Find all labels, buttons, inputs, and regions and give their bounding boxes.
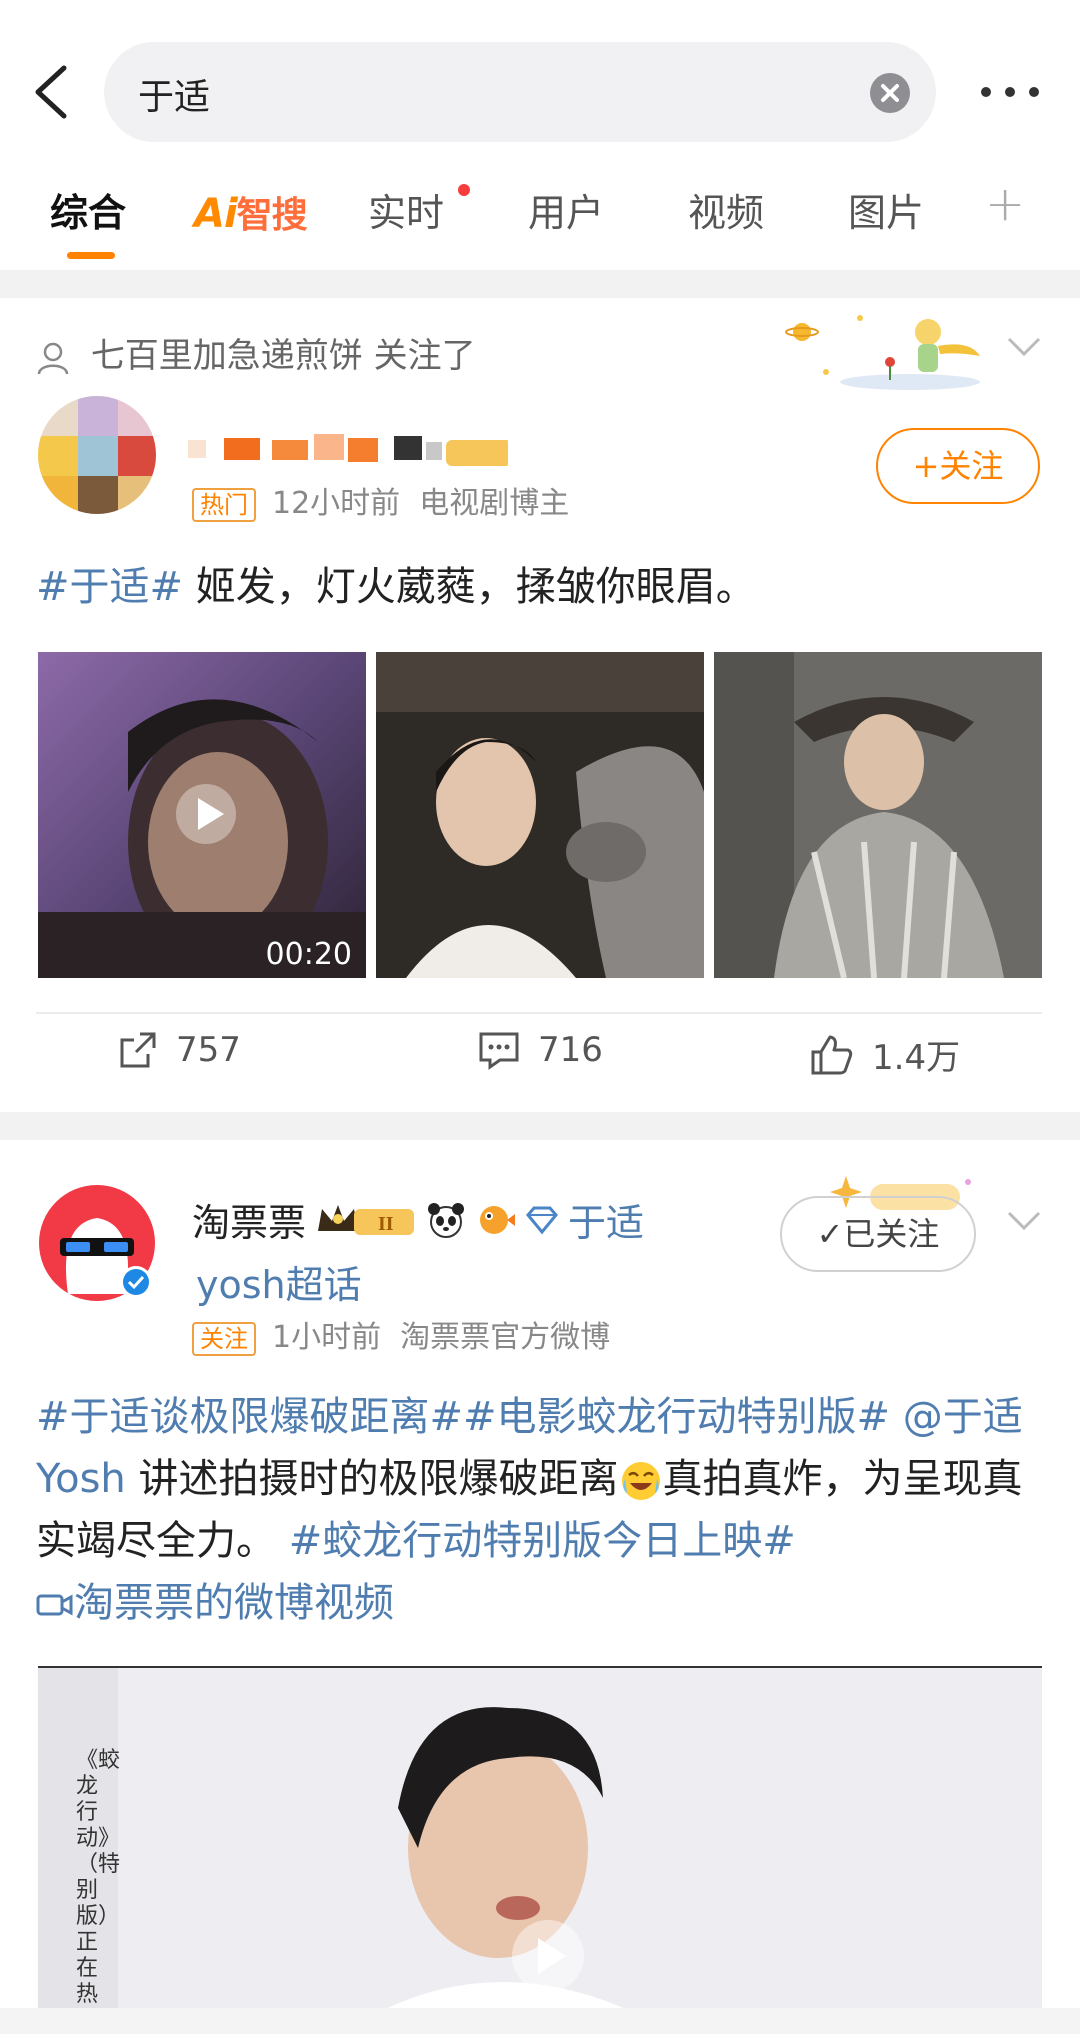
post-image[interactable] xyxy=(714,652,1042,978)
user-name[interactable]: 淘票票 xyxy=(192,1192,306,1247)
post-image[interactable] xyxy=(376,652,704,978)
play-icon[interactable] xyxy=(174,782,238,846)
crying-laughing-emoji-icon xyxy=(621,1462,660,1500)
search-tabs: 综合 Ai智搜 实时 用户 视频 图片 + xyxy=(0,172,1080,268)
crown-badge-icon: II xyxy=(318,1204,415,1235)
video-player[interactable]: 《蛟龙行动》（特别版）正在热映 xyxy=(38,1666,1042,2034)
video-link[interactable]: 淘票票的微博视频 xyxy=(36,1580,394,1626)
comment-icon xyxy=(479,1032,519,1070)
tab-ai-search[interactable]: Ai智搜 xyxy=(194,186,308,238)
post-text: 讲述拍摄时的极限爆破距离 xyxy=(125,1456,619,1502)
hashtag-link[interactable]: #于适# xyxy=(36,564,183,610)
hot-tag: 热门 xyxy=(192,487,256,522)
feed-post[interactable]: 淘票票 II 于适 yosh超话 关注 1小时前 淘票票官方微博 ✓已关注 #于… xyxy=(0,1140,1080,2034)
blurred-username[interactable] xyxy=(188,428,508,468)
chevron-down-icon[interactable] xyxy=(1006,1210,1042,1232)
following-tag: 关注 xyxy=(192,1321,256,1356)
video-thumbnail[interactable]: 00:20 xyxy=(38,652,366,978)
post-meta: 热门 12小时前 电视剧博主 xyxy=(192,478,569,522)
avatar[interactable] xyxy=(38,1184,156,1302)
chevron-down-icon[interactable] xyxy=(1006,336,1042,358)
back-arrow-icon[interactable] xyxy=(28,62,76,122)
new-content-dot xyxy=(458,184,470,196)
post-image-2 xyxy=(376,652,704,978)
active-tab-indicator xyxy=(67,252,115,259)
svg-text:II: II xyxy=(378,1213,394,1235)
avatar[interactable] xyxy=(38,396,156,514)
avatar-mosaic-image xyxy=(38,396,156,514)
repost-count: 757 xyxy=(176,1030,241,1070)
super-topic-link[interactable]: 于适 xyxy=(568,1192,644,1247)
section-divider xyxy=(0,1112,1080,1140)
followed-button[interactable]: ✓已关注 xyxy=(780,1196,976,1272)
play-icon[interactable] xyxy=(508,1916,588,1996)
panda-emoji-icon xyxy=(428,1202,465,1238)
post-source: 电视剧博主 xyxy=(419,486,570,521)
post-time: 1小时前 xyxy=(272,1320,382,1355)
divider xyxy=(36,1012,1042,1014)
taopiaopiao-logo-icon xyxy=(39,1185,155,1301)
comment-button[interactable]: 716 xyxy=(478,1030,603,1070)
post-image-3 xyxy=(714,652,1042,978)
super-topic-sub[interactable]: yosh超话 xyxy=(196,1254,362,1309)
comment-count: 716 xyxy=(538,1030,603,1070)
video-link-text: 淘票票的微博视频 xyxy=(74,1580,394,1626)
like-button[interactable]: 1.4万 xyxy=(810,1030,960,1079)
post-source: 淘票票官方微博 xyxy=(400,1320,611,1355)
hashtag-link[interactable]: #电影蛟龙行动特别版# xyxy=(463,1394,890,1440)
close-icon xyxy=(881,84,899,102)
tab-users[interactable]: 用户 xyxy=(528,182,604,237)
video-camera-icon xyxy=(36,1594,73,1616)
little-prince-decoration-icon xyxy=(785,315,980,390)
post-time: 12小时前 xyxy=(272,486,401,521)
person-icon xyxy=(37,342,69,374)
search-header: 于适 综合 Ai智搜 实时 用户 视频 图片 + xyxy=(0,0,1080,270)
bottom-toolbar-edge xyxy=(0,2008,1080,2034)
more-options-icon[interactable] xyxy=(978,80,1042,104)
thumbs-up-icon xyxy=(811,1035,853,1074)
feed-post[interactable]: 七百里加急递煎饼 关注了 热门 12小时前 电视剧博主 +关注 #于适# 姬发，… xyxy=(0,298,1080,1112)
tab-videos[interactable]: 视频 xyxy=(688,182,764,237)
repost-icon xyxy=(120,1032,156,1068)
follow-note: 七百里加急递煎饼 关注了 xyxy=(36,328,476,377)
ai-logo-text: Ai xyxy=(194,191,238,237)
post-meta: 关注 1小时前 淘票票官方微博 xyxy=(192,1312,610,1356)
follow-button[interactable]: +关注 xyxy=(876,428,1040,504)
post-text: 姬发，灯火葳蕤，揉皱你眼眉。 xyxy=(183,564,756,610)
tab-images[interactable]: 图片 xyxy=(848,182,924,237)
add-tab-button[interactable]: + xyxy=(985,176,1025,232)
search-query-text[interactable]: 于适 xyxy=(138,68,210,120)
post-content: #于适# 姬发，灯火葳蕤，揉皱你眼眉。 xyxy=(36,556,1046,618)
section-divider xyxy=(0,270,1080,298)
follow-note-text: 七百里加急递煎饼 关注了 xyxy=(90,336,476,376)
video-side-caption: 《蛟龙行动》（特别版）正在热映 xyxy=(76,1748,121,2033)
hashtag-link[interactable]: #蛟龙行动特别版今日上映# xyxy=(289,1518,796,1564)
tab-realtime[interactable]: 实时 xyxy=(368,182,444,237)
repost-button[interactable]: 757 xyxy=(118,1030,241,1070)
video-duration: 00:20 xyxy=(265,937,352,972)
clear-search-button[interactable] xyxy=(870,73,910,113)
tab-ai-search-label: 智搜 xyxy=(236,195,308,236)
post-image-grid: 00:20 xyxy=(38,652,1042,978)
tab-comprehensive[interactable]: 综合 xyxy=(50,182,126,237)
diamond-icon[interactable] xyxy=(524,1205,560,1235)
pufferfish-emoji-icon xyxy=(480,1205,516,1234)
user-name-row: 淘票票 II 于适 xyxy=(192,1192,644,1247)
like-count: 1.4万 xyxy=(872,1038,961,1078)
hashtag-link[interactable]: #于适谈极限爆破距离# xyxy=(36,1394,463,1440)
post-content: #于适谈极限爆破距离##电影蛟龙行动特别版# @于适 Yosh 讲述拍摄时的极限… xyxy=(36,1386,1046,1634)
search-input[interactable]: 于适 xyxy=(104,42,936,142)
